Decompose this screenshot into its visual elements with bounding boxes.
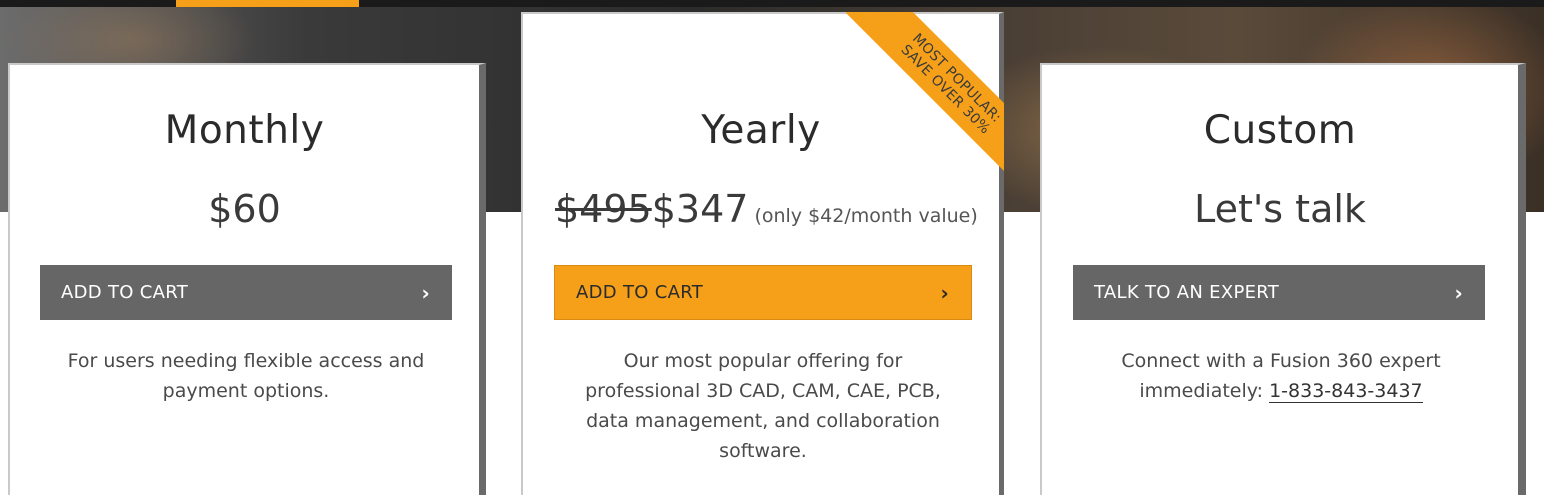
plan-title: Custom — [1203, 108, 1357, 153]
phone-link[interactable]: 1-833-843-3437 — [1269, 380, 1423, 403]
plan-card-monthly: Monthly $60 ADD TO CART › For users need… — [8, 63, 486, 495]
discounted-price: $347 — [651, 187, 749, 231]
original-price: $495 — [555, 187, 652, 231]
button-label: ADD TO CART — [61, 282, 189, 303]
active-tab-indicator — [176, 0, 359, 7]
chevron-right-icon: › — [1454, 280, 1463, 305]
add-to-cart-button[interactable]: ADD TO CART › — [40, 265, 452, 320]
plan-card-yearly: Yearly $495$347 (only $42/month value) AD… — [521, 12, 1004, 495]
chevron-right-icon: › — [421, 280, 430, 305]
plan-title: Yearly — [701, 108, 821, 153]
plan-card-custom: Custom Let's talk TALK TO AN EXPERT › Co… — [1040, 63, 1526, 495]
plan-description: Our most popular offering for profession… — [585, 350, 941, 462]
add-to-cart-button[interactable]: ADD TO CART › — [554, 265, 972, 320]
plan-price: $60 — [208, 187, 281, 231]
chevron-right-icon: › — [940, 280, 949, 305]
plan-title: Monthly — [164, 108, 325, 153]
button-label: TALK TO AN EXPERT — [1094, 282, 1280, 303]
talk-to-expert-button[interactable]: TALK TO AN EXPERT › — [1073, 265, 1485, 320]
pricing-section: Monthly $60 ADD TO CART › For users need… — [0, 0, 1544, 495]
plan-description: For users needing flexible access and pa… — [67, 350, 425, 402]
price-note: (only $42/month value) — [754, 205, 978, 227]
plan-price: Let's talk — [1194, 187, 1366, 231]
button-label: ADD TO CART — [576, 282, 704, 303]
plan-description: Connect with a Fusion 360 expert immedia… — [1098, 346, 1464, 406]
price-row: $495$347 (only $42/month value) — [555, 187, 978, 231]
